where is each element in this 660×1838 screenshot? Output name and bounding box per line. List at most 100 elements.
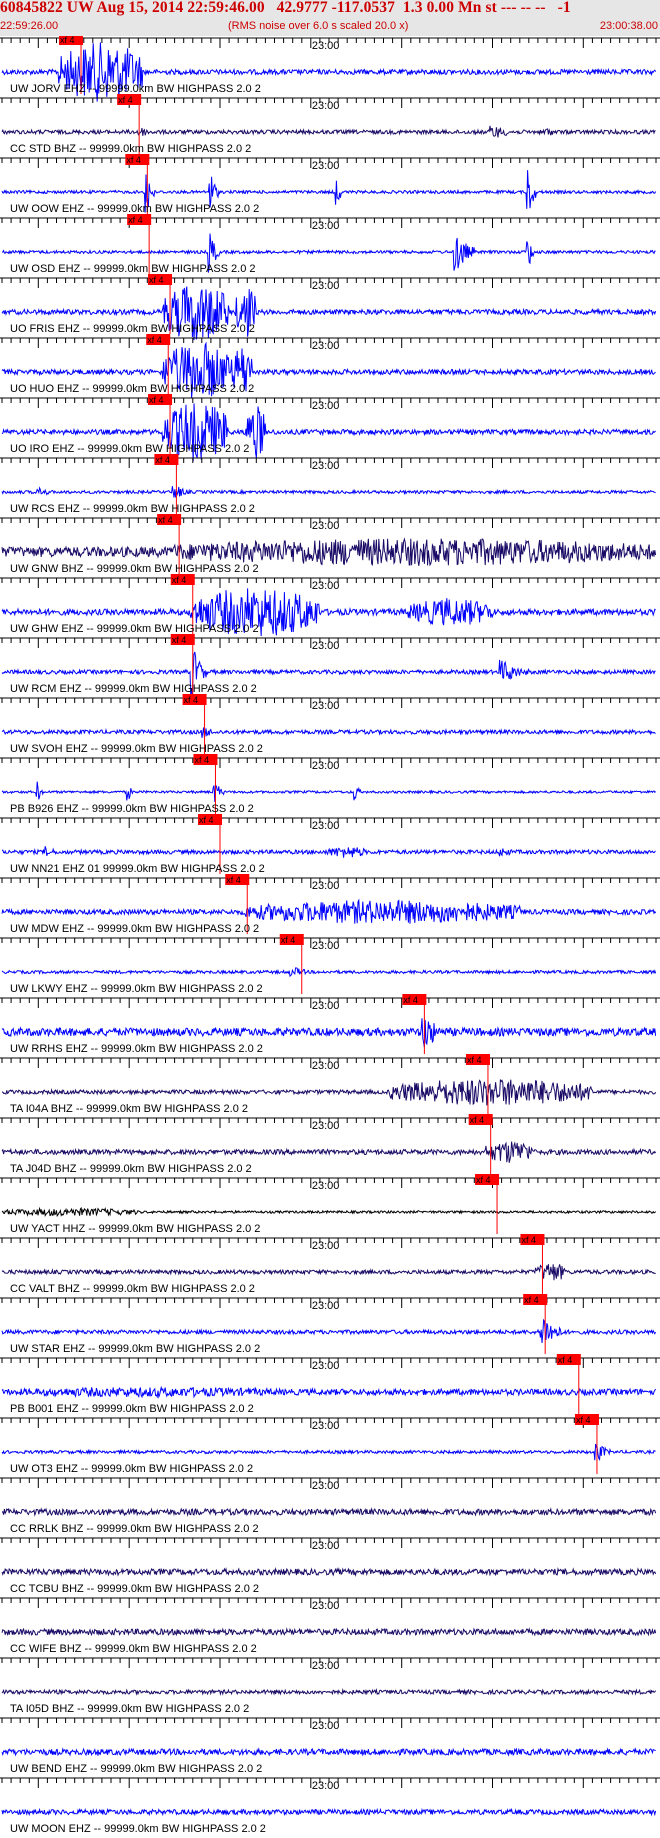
station-label: CC WIFE BHZ -- 99999.0km BW HIGHPASS 2.0… bbox=[10, 1643, 257, 1655]
station-label: PB B001 EHZ -- 99999.0km BW HIGHPASS 2.0… bbox=[10, 1403, 254, 1415]
station-label: UO HUO EHZ -- 99999.0km BW HIGHPASS 2.0 … bbox=[10, 383, 254, 395]
minute-label: 23:00 bbox=[312, 1780, 340, 1792]
station-label: UW STAR EHZ -- 99999.0km BW HIGHPASS 2.0… bbox=[10, 1343, 260, 1355]
minute-label: 23:00 bbox=[312, 340, 340, 352]
station-label: TA I04A BHZ -- 99999.0km BW HIGHPASS 2.0… bbox=[10, 1103, 248, 1115]
waveform-trace bbox=[1, 967, 657, 978]
station-label: UO IRO EHZ -- 99999.0km BW HIGHPASS 2.0 … bbox=[10, 443, 249, 455]
minute-label: 23:00 bbox=[312, 1480, 340, 1492]
waveform-trace bbox=[1, 1507, 657, 1517]
rms-note: (RMS noise over 6.0 s scaled 20.0 x) bbox=[228, 20, 409, 32]
pick-label: xf 4 bbox=[199, 815, 214, 825]
minute-label: 23:00 bbox=[312, 1120, 340, 1132]
station-label: UW MOON EHZ -- 99999.0km BW HIGHPASS 2.0… bbox=[10, 1823, 266, 1835]
waveform-trace bbox=[1, 727, 656, 738]
waveform-trace bbox=[1, 1264, 656, 1281]
station-label: UW OOW EHZ -- 99999.0km BW HIGHPASS 2.0 … bbox=[10, 203, 259, 215]
waveform-trace bbox=[1, 1141, 657, 1163]
station-label: UW GNW BHZ -- 99999.0km BW HIGHPASS 2.0 … bbox=[10, 563, 259, 575]
waveform-trace bbox=[1, 125, 656, 138]
end-time: 23:00:38.00 bbox=[599, 20, 658, 32]
minute-label: 23:00 bbox=[312, 1420, 340, 1432]
station-label: TA J04D BHZ -- 99999.0km BW HIGHPASS 2.0… bbox=[10, 1163, 252, 1175]
minute-label: 23:00 bbox=[312, 100, 340, 112]
waveform-trace bbox=[1, 1688, 657, 1696]
pick-label: xf 4 bbox=[126, 155, 141, 165]
waveform-trace bbox=[1, 898, 657, 924]
pick-label: xf 4 bbox=[155, 455, 170, 465]
pick-label: xf 4 bbox=[149, 395, 164, 405]
station-label: TA I05D BHZ -- 99999.0km BW HIGHPASS 2.0… bbox=[10, 1703, 249, 1715]
waveform-trace bbox=[1, 1627, 657, 1637]
pick-label: xf 4 bbox=[147, 335, 162, 345]
station-label: CC TCBU BHZ -- 99999.0km BW HIGHPASS 2.0… bbox=[10, 1583, 259, 1595]
waveform-trace bbox=[1, 781, 656, 802]
pick-label: xf 4 bbox=[226, 875, 241, 885]
waveform-trace bbox=[1, 846, 656, 858]
station-label: UW NN21 EHZ 01 99999.0km BW HIGHPASS 2.0… bbox=[10, 863, 265, 875]
minute-label: 23:00 bbox=[312, 940, 340, 952]
station-label: UW OT3 EHZ -- 99999.0km BW HIGHPASS 2.0 … bbox=[10, 1463, 253, 1475]
station-label: CC STD BHZ -- 99999.0km BW HIGHPASS 2.0 … bbox=[10, 143, 251, 155]
pick-label: xf 4 bbox=[281, 935, 296, 945]
pick-label: xf 4 bbox=[576, 1415, 591, 1425]
minute-label: 23:00 bbox=[312, 1300, 340, 1312]
waveform-trace bbox=[1, 1318, 657, 1343]
minute-label: 23:00 bbox=[312, 1000, 340, 1012]
station-label: UW OSD EHZ -- 99999.0km BW HIGHPASS 2.0 … bbox=[10, 263, 256, 275]
pick-label: xf 4 bbox=[403, 995, 418, 1005]
minute-label: 23:00 bbox=[312, 1240, 340, 1252]
station-label: CC VALT BHZ -- 99999.0km BW HIGHPASS 2.0… bbox=[10, 1283, 255, 1295]
station-label: UW RCS EHZ -- 99999.0km BW HIGHPASS 2.0 … bbox=[10, 503, 255, 515]
pick-label: xf 4 bbox=[172, 575, 187, 585]
station-label: UW JORV EHZ -- 99999.0km BW HIGHPASS 2.0… bbox=[10, 83, 261, 95]
station-label: UW SVOH EHZ -- 99999.0km BW HIGHPASS 2.0… bbox=[10, 743, 263, 755]
station-label: UW YACT HHZ -- 99999.0km BW HIGHPASS 2.0… bbox=[10, 1223, 260, 1235]
waveform-trace bbox=[1, 1567, 657, 1577]
waveform-trace bbox=[1, 1807, 657, 1817]
minute-label: 23:00 bbox=[312, 700, 340, 712]
pick-label: xf 4 bbox=[149, 275, 164, 285]
pick-label: xf 4 bbox=[172, 635, 187, 645]
minute-label: 23:00 bbox=[312, 220, 340, 232]
waveform-trace bbox=[1, 486, 656, 498]
header-bar: 60845822 UW Aug 15, 2014 22:59:46.00 42.… bbox=[0, 0, 660, 36]
minute-label: 23:00 bbox=[312, 1600, 340, 1612]
minute-label: 23:00 bbox=[312, 160, 340, 172]
station-label: UW GHW EHZ -- 99999.0km BW HIGHPASS 2.0 … bbox=[10, 623, 259, 635]
minute-label: 23:00 bbox=[312, 760, 340, 772]
minute-label: 23:00 bbox=[312, 1720, 340, 1732]
pick-label: xf 4 bbox=[118, 95, 133, 105]
minute-label: 23:00 bbox=[312, 580, 340, 592]
pick-label: xf 4 bbox=[521, 1235, 536, 1245]
pick-label: xf 4 bbox=[128, 215, 143, 225]
minute-label: 23:00 bbox=[312, 1360, 340, 1372]
minute-label: 23:00 bbox=[312, 880, 340, 892]
station-label: UW LKWY EHZ -- 99999.0km BW HIGHPASS 2.0… bbox=[10, 983, 263, 995]
pick-label: xf 4 bbox=[470, 1115, 485, 1125]
station-label: PB B926 EHZ -- 99999.0km BW HIGHPASS 2.0… bbox=[10, 803, 254, 815]
minute-label: 23:00 bbox=[312, 1660, 340, 1672]
waveform-trace bbox=[1, 1385, 657, 1399]
minute-label: 23:00 bbox=[312, 460, 340, 472]
station-label: UO FRIS EHZ -- 99999.0km BW HIGHPASS 2.0… bbox=[10, 323, 255, 335]
waveform-trace bbox=[1, 537, 657, 567]
minute-label: 23:00 bbox=[312, 1180, 340, 1192]
start-time: 22:59:26.00 bbox=[0, 20, 59, 32]
pick-label: xf 4 bbox=[558, 1355, 573, 1365]
minute-label: 23:00 bbox=[312, 1540, 340, 1552]
pick-label: xf 4 bbox=[476, 1175, 491, 1185]
station-label: UW MDW EHZ -- 99999.0km BW HIGHPASS 2.0 … bbox=[10, 923, 259, 935]
event-title: 60845822 UW Aug 15, 2014 22:59:46.00 42.… bbox=[0, 0, 571, 16]
waveform-trace bbox=[1, 1747, 656, 1757]
waveform-trace bbox=[1, 1206, 657, 1218]
waveform-trace bbox=[1, 1079, 657, 1106]
pick-label: xf 4 bbox=[194, 755, 209, 765]
minute-label: 23:00 bbox=[312, 520, 340, 532]
waveform-trace bbox=[1, 1443, 656, 1462]
pick-label: xf 4 bbox=[467, 1055, 482, 1065]
station-label: CC RRLK BHZ -- 99999.0km BW HIGHPASS 2.0… bbox=[10, 1523, 259, 1535]
minute-label: 23:00 bbox=[312, 400, 340, 412]
minute-label: 23:00 bbox=[312, 640, 340, 652]
station-label: UW BEND EHZ -- 99999.0km BW HIGHPASS 2.0… bbox=[10, 1763, 262, 1775]
